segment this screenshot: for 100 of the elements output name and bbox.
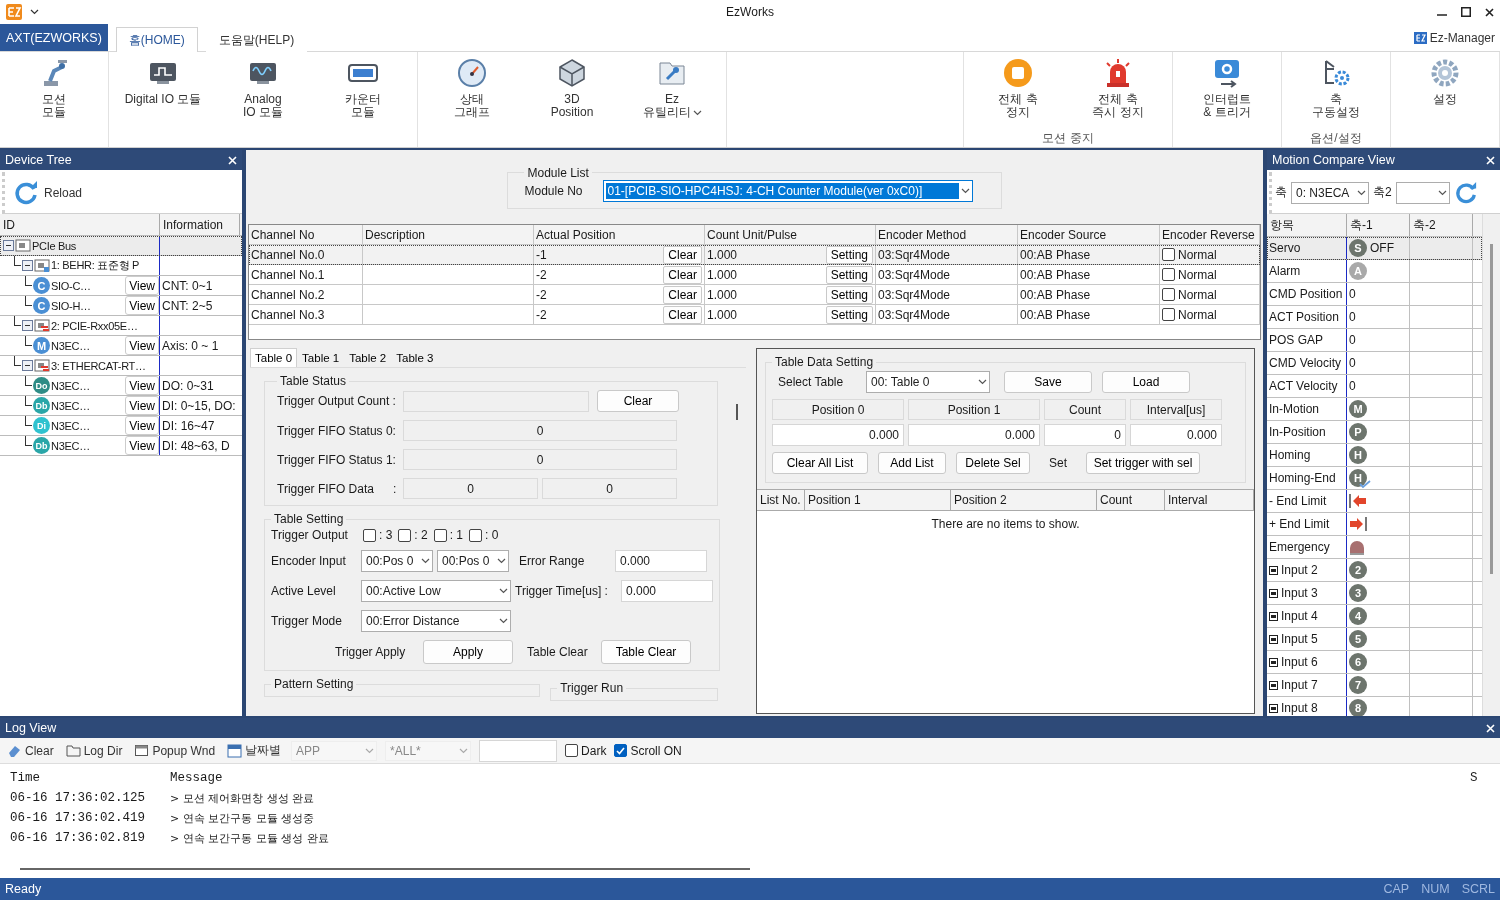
error-range-field[interactable]: 0.000 xyxy=(615,550,707,572)
setting-button[interactable]: Setting xyxy=(825,265,873,284)
tree-row[interactable]: PCIe Bus xyxy=(0,236,242,256)
column-header[interactable]: Count Unit/Pulse xyxy=(705,225,876,244)
trigger-output-checkbox[interactable]: : 2 xyxy=(398,528,428,542)
dark-checkbox[interactable]: Dark xyxy=(565,743,607,758)
tree-row[interactable]: 3: ETHERCAT-RT… xyxy=(0,356,242,376)
column-header[interactable]: Position 1 xyxy=(805,490,951,510)
reverse-checkbox[interactable]: Normal xyxy=(1162,307,1217,322)
view-button[interactable]: View xyxy=(125,296,159,315)
table-button[interactable]: Save xyxy=(1004,371,1092,393)
log-tool-button[interactable]: Log Dir xyxy=(63,741,125,760)
maximize-icon[interactable] xyxy=(1461,7,1471,17)
ribbon-button[interactable]: 상태 그래프 xyxy=(422,52,522,147)
collapse-icon[interactable] xyxy=(22,320,33,331)
status-row[interactable]: Homing H xyxy=(1267,444,1482,467)
status-row[interactable]: - End Limit xyxy=(1267,490,1482,513)
collapse-icon[interactable] xyxy=(22,360,33,371)
reverse-checkbox[interactable]: Normal xyxy=(1162,267,1217,282)
status-row[interactable]: ACT Velocity 0 xyxy=(1267,375,1482,398)
status-row[interactable]: Input 7 7 xyxy=(1267,674,1482,697)
status-row[interactable]: + End Limit xyxy=(1267,513,1482,536)
table-tab[interactable]: Table 0 xyxy=(250,348,298,367)
dropdown[interactable]: 00:Pos 0 xyxy=(437,550,509,572)
list-button[interactable]: Clear All List xyxy=(772,452,868,474)
trigger-time-field[interactable]: 0.000 xyxy=(621,580,713,602)
ribbon-button[interactable]: 설정 xyxy=(1395,52,1495,147)
tree-row[interactable]: C SIO-C… View CNT: 0~1 xyxy=(0,276,242,296)
column-header[interactable]: 항목 xyxy=(1267,214,1347,236)
column-header[interactable]: Description xyxy=(363,225,534,244)
list-button[interactable]: Add List xyxy=(878,452,946,474)
clear-button[interactable]: Clear xyxy=(663,285,702,304)
reverse-checkbox[interactable]: Normal xyxy=(1162,287,1217,302)
channel-row[interactable]: Channel No.3 -2 Clear 1.000 Setting 03:Sqr4Mode 00:AB Phase Normal xyxy=(249,305,1260,325)
tree-row[interactable]: Di N3EC… View DI: 16~47 xyxy=(0,416,242,436)
trigger-output-checkbox[interactable]: : 0 xyxy=(469,528,499,542)
status-row[interactable]: Input 5 5 xyxy=(1267,628,1482,651)
log-tool-button[interactable]: 날짜별 xyxy=(225,740,284,761)
table-button[interactable]: Load xyxy=(1102,371,1190,393)
view-button[interactable]: View xyxy=(125,416,159,435)
trigger-output-checkbox[interactable]: : 3 xyxy=(363,528,393,542)
ribbon-button[interactable]: Ez 유틸리티 xyxy=(622,52,722,147)
status-row[interactable]: In-Motion M xyxy=(1267,398,1482,421)
channel-row[interactable]: Channel No.1 -2 Clear 1.000 Setting 03:Sqr4Mode 00:AB Phase Normal xyxy=(249,265,1260,285)
value-field[interactable]: 0 xyxy=(1044,424,1126,446)
view-button[interactable]: View xyxy=(125,396,159,415)
reverse-checkbox[interactable]: Normal xyxy=(1162,247,1217,262)
tree-row[interactable]: Do N3EC… View DO: 0~31 xyxy=(0,376,242,396)
status-row[interactable]: Alarm A xyxy=(1267,260,1482,283)
ribbon-button[interactable]: Analog IO 모듈 xyxy=(213,52,313,147)
channel-row[interactable]: Channel No.0 -1 Clear 1.000 Setting 03:Sqr4Mode 00:AB Phase Normal xyxy=(249,245,1260,265)
tree-row[interactable]: Db N3EC… View DI: 48~63, D xyxy=(0,436,242,456)
channel-row[interactable]: Channel No.2 -2 Clear 1.000 Setting 03:Sqr4Mode 00:AB Phase Normal xyxy=(249,285,1260,305)
status-row[interactable]: POS GAP 0 xyxy=(1267,329,1482,352)
ribbon-button[interactable]: 전체 축 정지 xyxy=(968,52,1068,131)
column-header[interactable]: Position 2 xyxy=(951,490,1097,510)
status-row[interactable]: Input 4 4 xyxy=(1267,605,1482,628)
column-header[interactable]: S xyxy=(1470,771,1490,785)
close-icon[interactable] xyxy=(1485,7,1494,17)
column-header[interactable]: ID xyxy=(0,214,160,235)
ez-manager-link[interactable]: Ez-Manager xyxy=(1413,25,1500,51)
status-row[interactable]: Homing-End H xyxy=(1267,467,1482,490)
column-header[interactable]: 축-2 xyxy=(1410,214,1473,236)
value-field[interactable]: 0.000 xyxy=(772,424,904,446)
collapse-icon[interactable] xyxy=(22,260,33,271)
status-row[interactable]: In-Position P xyxy=(1267,421,1482,444)
clear-button[interactable]: Clear xyxy=(663,245,702,264)
column-header[interactable]: 축-1 xyxy=(1347,214,1410,236)
reload-button[interactable]: Reload xyxy=(11,177,85,208)
apply-button[interactable]: Apply xyxy=(423,640,513,664)
setting-button[interactable]: Setting xyxy=(825,245,873,264)
tree-row[interactable]: 2: PCIE-Rxx05E… xyxy=(0,316,242,336)
dropdown[interactable]: 00:Active Low xyxy=(361,580,511,602)
view-button[interactable]: View xyxy=(125,336,159,355)
trigger-output-checkbox[interactable]: : 1 xyxy=(433,528,464,542)
clear-button[interactable]: Clear xyxy=(663,305,702,324)
column-header[interactable]: Actual Position xyxy=(534,225,705,244)
view-button[interactable]: View xyxy=(125,376,159,395)
ribbon-button[interactable]: 축 구동설정 xyxy=(1286,52,1386,131)
clear-button[interactable]: Clear xyxy=(663,265,702,284)
tree-row[interactable]: C SIO-H… View CNT: 2~5 xyxy=(0,296,242,316)
column-header[interactable]: Message xyxy=(170,771,1470,785)
table-clear-button[interactable]: Table Clear xyxy=(601,640,691,664)
log-tool-button[interactable]: Popup Wnd xyxy=(132,741,218,760)
status-row[interactable]: Input 6 6 xyxy=(1267,651,1482,674)
dropdown[interactable]: 00:Error Distance xyxy=(361,610,511,632)
log-search-field[interactable] xyxy=(479,739,558,762)
setting-button[interactable]: Setting xyxy=(825,305,873,324)
status-row[interactable]: Input 2 2 xyxy=(1267,559,1482,582)
ribbon-button[interactable]: 모션 모듈 xyxy=(4,52,104,147)
dropdown[interactable]: 0: N3ECA xyxy=(1291,181,1369,204)
status-row[interactable]: CMD Position 0 xyxy=(1267,283,1482,306)
column-header[interactable]: Information xyxy=(160,214,240,235)
ribbon-button[interactable]: Digital IO 모듈 xyxy=(113,52,213,147)
module-dropdown[interactable]: 01-[PCIB-SIO-HPC4HSJ: 4-CH Counter Module(ver 0xC0)] xyxy=(602,179,973,202)
status-row[interactable]: Servo S OFF xyxy=(1267,237,1482,260)
ribbon-button[interactable]: 전체 축 즉시 정지 xyxy=(1068,52,1168,131)
ribbon-button[interactable]: 인터럽트 & 트리거 xyxy=(1177,52,1277,147)
refresh-icon[interactable] xyxy=(13,179,39,206)
status-row[interactable]: CMD Velocity 0 xyxy=(1267,352,1482,375)
